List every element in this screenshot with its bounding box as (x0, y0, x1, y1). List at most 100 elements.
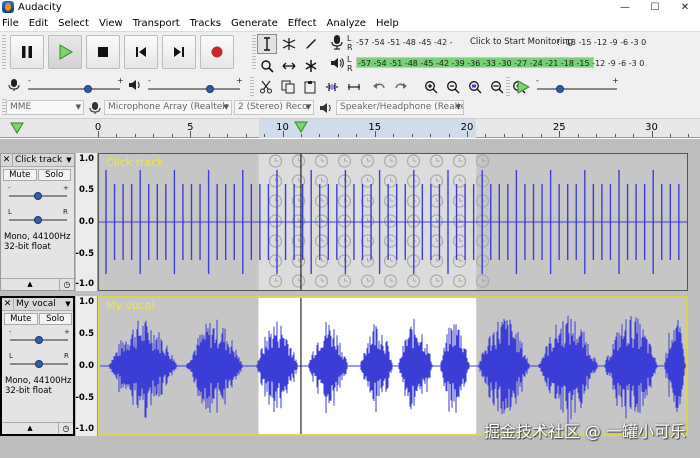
record-button[interactable] (200, 35, 234, 69)
playhead-marker-icon[interactable] (294, 121, 308, 133)
play-volume-slider[interactable] (148, 88, 240, 90)
track-format-depth: 32-bit float (4, 242, 51, 252)
click-track-waveform[interactable] (98, 153, 688, 291)
mute-button[interactable]: Mute (4, 313, 38, 325)
menu-transport[interactable]: Transport (131, 16, 185, 31)
menu-generate[interactable]: Generate (229, 16, 283, 31)
fit-selection-button[interactable] (465, 77, 485, 97)
play-speed-slider[interactable] (537, 88, 617, 90)
asterisk-icon (305, 60, 317, 72)
cut-button[interactable] (256, 77, 276, 97)
toolbar-grip[interactable] (506, 77, 510, 97)
menu-select[interactable]: Select (56, 16, 94, 31)
play-volume-thumb[interactable] (206, 85, 214, 93)
menu-effect[interactable]: Effect (286, 16, 322, 31)
minimize-button[interactable]: — (610, 0, 640, 14)
tracks-area: ✕ Click track ▼ Mute Solo - + L R Mono, … (0, 139, 700, 458)
play-speed-thumb[interactable] (556, 85, 564, 93)
ruler-tick (467, 131, 468, 137)
time-shift-tool-button[interactable] (279, 56, 299, 76)
toolbar-grip[interactable] (2, 35, 6, 71)
redo-button[interactable] (391, 77, 411, 97)
silence-button[interactable] (344, 77, 364, 97)
ruler-selection[interactable] (258, 119, 477, 138)
zoom-in-button[interactable] (421, 77, 441, 97)
play-volume-min: - (148, 76, 151, 85)
skip-to-start-button[interactable] (124, 35, 158, 69)
menu-analyze[interactable]: Analyze (325, 16, 371, 31)
waveform-display[interactable]: My vocal (98, 296, 688, 436)
ruler-tick (337, 134, 339, 137)
track-title-label: Click track (106, 156, 164, 169)
track-name-button[interactable]: Click track (13, 155, 64, 165)
gain-thumb[interactable] (34, 192, 42, 200)
track-control-panel[interactable]: ✕ My vocal ▼ Mute Solo - + L R Mono, 441… (0, 296, 75, 436)
chevron-down-icon[interactable]: ▼ (64, 156, 74, 164)
pause-button[interactable] (10, 35, 44, 69)
undo-redo-toolbar (368, 76, 412, 98)
chevron-down-icon: ▼ (305, 103, 311, 111)
collapse-icon[interactable]: ▲ (2, 423, 59, 434)
menu-view[interactable]: View (97, 16, 128, 31)
recording-device-select[interactable]: Microphone Array (Realtek ▼ (104, 100, 232, 115)
maximize-button[interactable]: ☐ (640, 0, 670, 14)
draw-tool-button[interactable] (301, 34, 321, 54)
chevron-down-icon[interactable]: ▼ (63, 300, 73, 308)
toolbar-grip[interactable] (250, 77, 254, 97)
solo-button[interactable]: Solo (38, 313, 72, 325)
play-button[interactable] (48, 35, 82, 69)
record-volume-slider[interactable] (28, 88, 120, 90)
sync-lock-icon[interactable]: ◷ (59, 423, 73, 434)
record-volume-max: + (117, 76, 124, 85)
ruler-tick (245, 134, 247, 137)
fit-project-button[interactable] (487, 77, 507, 97)
pan-thumb[interactable] (35, 360, 43, 368)
selection-tool-button[interactable] (257, 34, 277, 54)
playback-device-select[interactable]: Speaker/Headphone (Realte ▼ (336, 100, 464, 115)
record-volume-thumb[interactable] (84, 85, 92, 93)
stop-button[interactable] (86, 35, 120, 69)
undo-button[interactable] (369, 77, 389, 97)
zoom-out-button[interactable] (443, 77, 463, 97)
ruler-tick (522, 134, 524, 137)
microphone-icon[interactable] (330, 34, 344, 50)
ruler-tick (264, 134, 266, 137)
pan-thumb[interactable] (34, 216, 42, 224)
close-icon[interactable]: ✕ (1, 153, 13, 167)
gain-thumb[interactable] (35, 336, 43, 344)
collapse-icon[interactable]: ▲ (1, 279, 60, 290)
skip-to-end-button[interactable] (162, 35, 196, 69)
sync-lock-icon[interactable]: ◷ (60, 279, 74, 290)
recording-channels-select[interactable]: 2 (Stereo) Recor ▼ (234, 100, 314, 115)
multi-tool-button[interactable] (301, 56, 321, 76)
solo-button[interactable]: Solo (37, 169, 71, 181)
pin-head-icon[interactable] (10, 122, 24, 134)
playback-device-value: Speaker/Headphone (Realte (340, 102, 464, 112)
menu-help[interactable]: Help (374, 16, 404, 31)
timeline-ruler[interactable]: 0 5 10 15 20 25 30 (0, 118, 700, 138)
silence-audio-icon (348, 84, 360, 90)
waveform-display[interactable]: Click track (98, 153, 688, 291)
close-button[interactable]: ✕ (670, 0, 700, 14)
envelope-tool-button[interactable] (279, 34, 299, 54)
pencil-icon (306, 39, 316, 49)
audacity-logo-icon (2, 1, 14, 13)
copy-button[interactable] (278, 77, 298, 97)
track-control-panel[interactable]: ✕ Click track ▼ Mute Solo - + L R Mono, … (0, 153, 75, 291)
mute-button[interactable]: Mute (3, 169, 37, 181)
zoom-tool-button[interactable] (257, 56, 277, 76)
audio-host-select[interactable]: MME ▼ (6, 100, 84, 115)
menu-tracks[interactable]: Tracks (188, 16, 226, 31)
ruler-tick (374, 131, 376, 137)
track-name-button[interactable]: My vocal (14, 299, 63, 309)
paste-button[interactable] (300, 77, 320, 97)
ruler-tick (448, 134, 450, 137)
menu-file[interactable]: File (0, 16, 24, 31)
menu-edit[interactable]: Edit (27, 16, 53, 31)
speaker-icon[interactable] (330, 56, 344, 70)
vocal-waveform[interactable] (98, 296, 688, 436)
close-icon[interactable]: ✕ (2, 297, 14, 311)
trim-button[interactable] (322, 77, 342, 97)
play-at-speed-button[interactable] (513, 77, 533, 97)
play-icon (59, 44, 73, 60)
